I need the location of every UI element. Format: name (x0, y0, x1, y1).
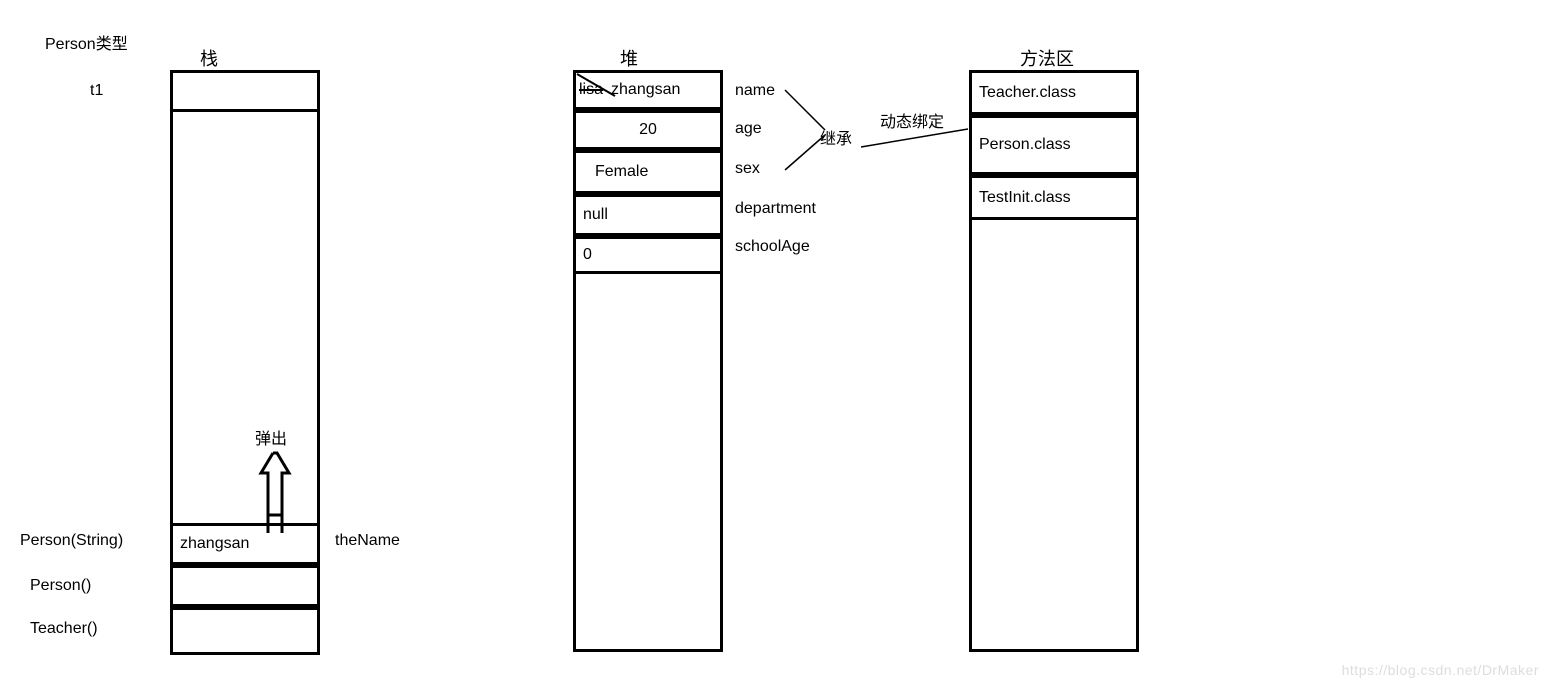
pop-arrow-icon (255, 445, 295, 537)
field-age-label: age (735, 120, 762, 138)
the-name-label: theName (335, 532, 400, 550)
field-name-label: name (735, 82, 775, 100)
method-area-title: 方法区 (1020, 45, 1074, 71)
inherit-label: 继承 (820, 125, 852, 149)
dynamic-binding-line-icon (858, 125, 973, 155)
heap-row-sex: Female (573, 150, 723, 194)
heap-schoolage-value: 0 (583, 246, 592, 264)
method-row-teacher: Teacher.class (969, 70, 1139, 115)
stack-title: 栈 (200, 45, 218, 71)
stack-value-zhangsan: zhangsan (180, 535, 249, 553)
heap-age-value: 20 (639, 121, 657, 139)
method-class-teacher: Teacher.class (979, 84, 1076, 102)
diagram-canvas: 栈 堆 方法区 Person类型 t1 zhangsan Person(Stri… (0, 0, 1559, 688)
person-ctor-label: Person() (30, 577, 91, 595)
stack-slot-t1 (170, 70, 320, 112)
heap-title: 堆 (620, 45, 638, 71)
strike-icon (575, 72, 625, 102)
field-department-label: department (735, 200, 816, 218)
stack-slot-person-string: zhangsan (170, 523, 320, 565)
watermark: https://blog.csdn.net/DrMaker (1342, 662, 1539, 678)
heap-row-department: null (573, 194, 723, 236)
method-class-testinit: TestInit.class (979, 189, 1071, 207)
heap-department-value: null (583, 206, 608, 224)
method-row-testinit: TestInit.class (969, 175, 1139, 220)
stack-slot-person (170, 565, 320, 607)
person-string-label: Person(String) (20, 532, 123, 550)
heap-row-schoolage: 0 (573, 236, 723, 274)
stack-slot-teacher (170, 607, 320, 655)
person-type-label: Person类型 (45, 30, 128, 54)
teacher-ctor-label: Teacher() (30, 620, 98, 638)
field-sex-label: sex (735, 160, 760, 178)
field-schoolage-label: schoolAge (735, 238, 810, 256)
t1-label: t1 (90, 82, 103, 100)
heap-row-age: 20 (573, 110, 723, 150)
method-class-person: Person.class (979, 136, 1071, 154)
method-row-person: Person.class (969, 115, 1139, 175)
heap-sex-value: Female (595, 163, 648, 181)
